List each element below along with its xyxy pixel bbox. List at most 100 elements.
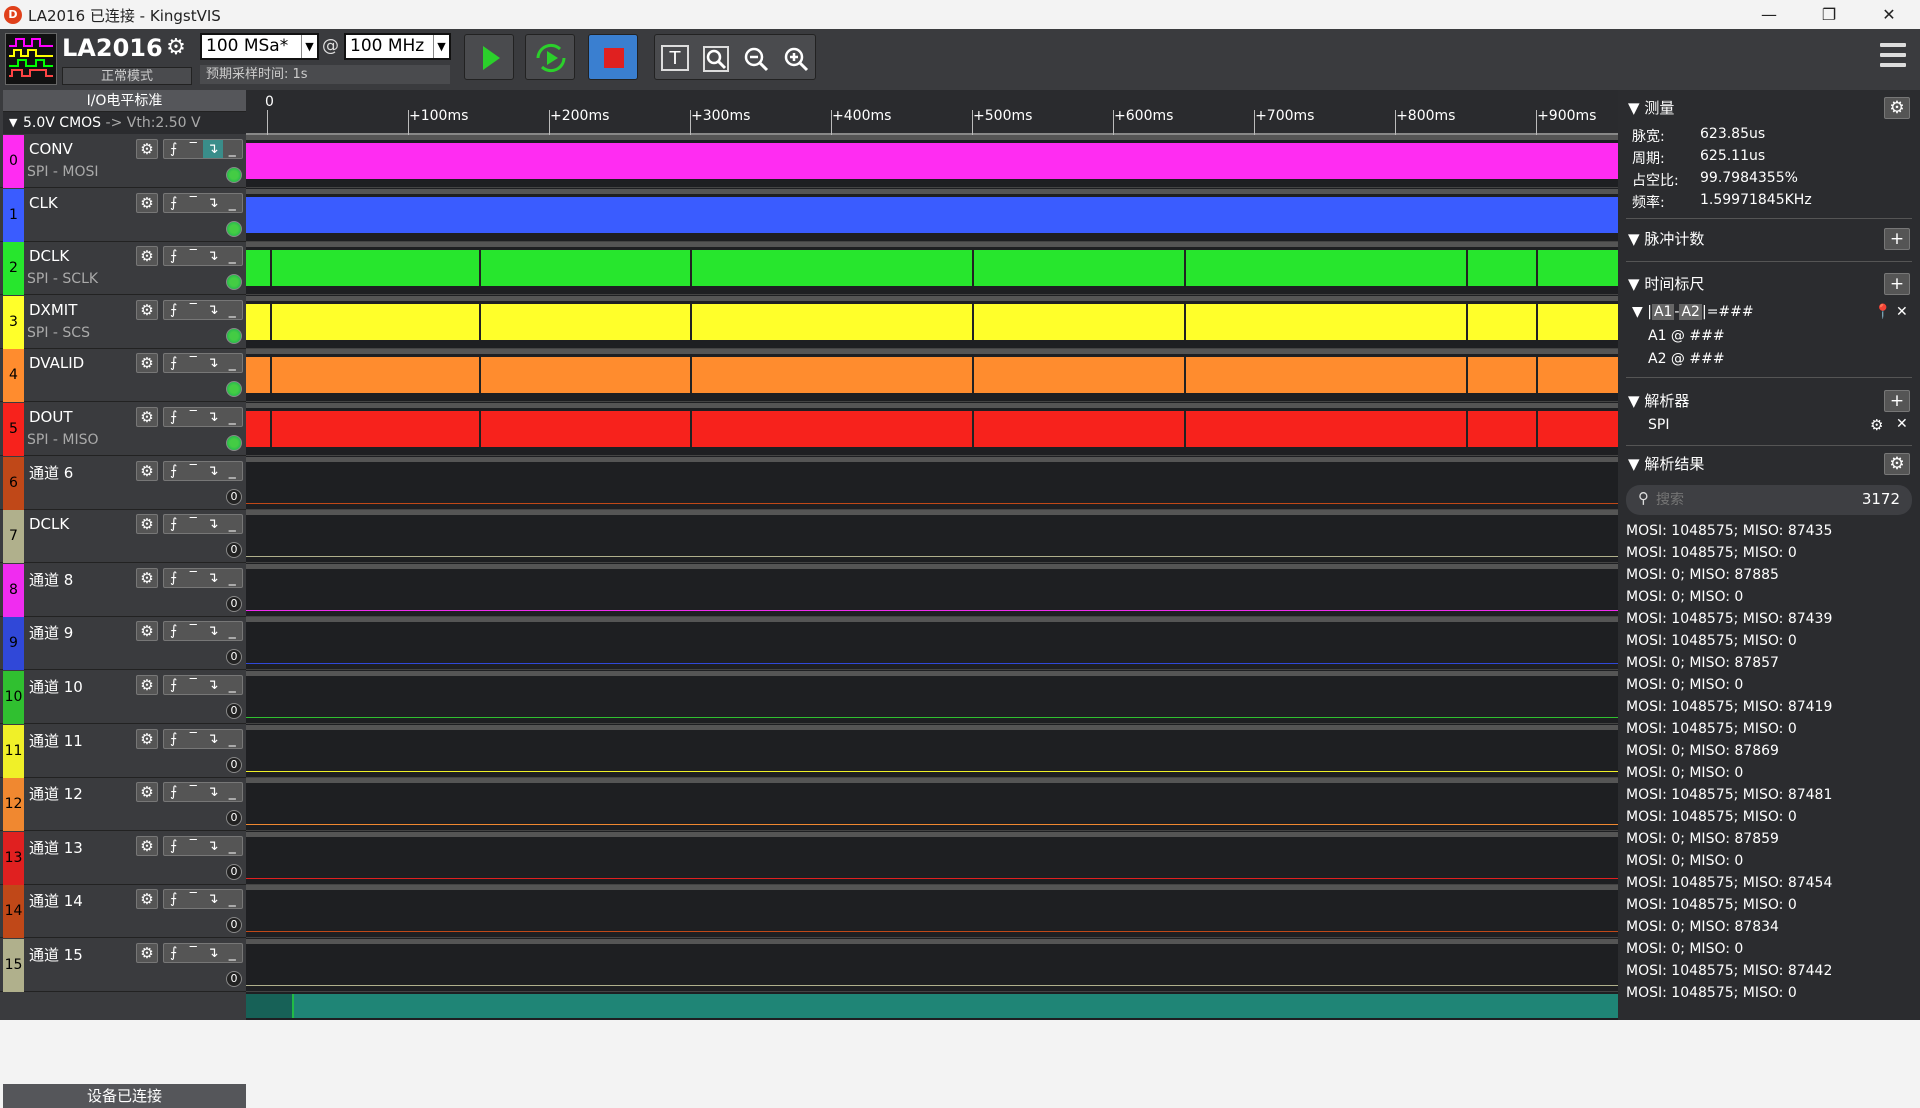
decode-result-row[interactable]: MOSI: 0; MISO: 87869: [1626, 740, 1912, 762]
decode-result-row[interactable]: MOSI: 0; MISO: 0: [1626, 938, 1912, 960]
trigger-option-icon[interactable]: ‾: [184, 622, 204, 640]
decode-result-row[interactable]: MOSI: 1048575; MISO: 0: [1626, 542, 1912, 564]
channel-name[interactable]: DCLK: [29, 247, 69, 265]
channel-settings-gear-icon[interactable]: ⚙: [136, 621, 158, 642]
trigger-option-icon[interactable]: ‾: [184, 676, 204, 694]
sample-freq-select[interactable]: 100 MHz ▼: [344, 33, 451, 60]
trigger-option-icon[interactable]: ⨍: [164, 676, 184, 694]
channel-name[interactable]: 通道 11: [29, 730, 83, 751]
decode-result-row[interactable]: MOSI: 0; MISO: 87885: [1626, 564, 1912, 586]
trigger-option-icon[interactable]: ‾: [184, 944, 204, 962]
trigger-mode-selector[interactable]: ⨍ ‾ ↴ _: [163, 782, 243, 803]
io-standard-select[interactable]: ▼ 5.0V CMOS -> Vth:2.50 V: [3, 112, 246, 134]
trigger-option-icon[interactable]: ⨍: [164, 140, 184, 158]
device-logo-icon[interactable]: [5, 33, 57, 85]
decode-result-row[interactable]: MOSI: 1048575; MISO: 0: [1626, 806, 1912, 828]
trigger-option-icon[interactable]: ‾: [184, 408, 204, 426]
stop-button[interactable]: [588, 34, 638, 80]
decode-results-list[interactable]: MOSI: 1048575; MISO: 87435 MOSI: 1048575;…: [1626, 520, 1912, 1016]
search-input[interactable]: [1656, 490, 1836, 510]
trigger-option-icon[interactable]: _: [223, 730, 243, 748]
channel-name[interactable]: 通道 9: [29, 622, 73, 643]
trigger-option-icon[interactable]: _: [223, 890, 243, 908]
trigger-mode-selector[interactable]: ⨍ ‾ ↴ _: [163, 889, 243, 910]
channel-name[interactable]: 通道 10: [29, 676, 83, 697]
decode-result-row[interactable]: MOSI: 1048575; MISO: 87481: [1626, 784, 1912, 806]
channel-row[interactable]: 1 CLK ⚙ ⨍ ‾ ↴ _: [0, 188, 246, 242]
trigger-option-icon[interactable]: ↴: [203, 515, 223, 533]
trigger-option-icon[interactable]: ⨍: [164, 837, 184, 855]
measure-section-header[interactable]: ▼ 测量: [1628, 96, 1674, 120]
channel-settings-gear-icon[interactable]: ⚙: [136, 192, 158, 213]
decode-result-row[interactable]: MOSI: 0; MISO: 87834: [1626, 916, 1912, 938]
channel-settings-gear-icon[interactable]: ⚙: [136, 782, 158, 803]
text-cursor-icon[interactable]: T: [661, 45, 689, 71]
channel-settings-gear-icon[interactable]: ⚙: [136, 514, 158, 535]
results-search[interactable]: ⚲ 3172: [1626, 485, 1912, 515]
decode-result-row[interactable]: MOSI: 0; MISO: 0: [1626, 586, 1912, 608]
waveform-lane[interactable]: [246, 242, 1618, 296]
remove-analyzer-icon[interactable]: ✕: [1896, 416, 1908, 432]
trigger-option-icon[interactable]: _: [223, 944, 243, 962]
trigger-mode-selector[interactable]: ⨍ ‾ ↴ _: [163, 835, 243, 856]
channel-settings-gear-icon[interactable]: ⚙: [136, 139, 158, 159]
waveform-lane[interactable]: [246, 724, 1618, 778]
channel-row[interactable]: 10 通道 10 ⚙ ⨍ ‾ ↴ _ 0: [0, 671, 246, 724]
pulse-count-header[interactable]: ▼ 脉冲计数: [1628, 227, 1704, 251]
waveform-area[interactable]: 0 +100ms +200ms +300ms +400ms +500ms +600ms +70…: [246, 90, 1618, 1020]
channel-settings-gear-icon[interactable]: ⚙: [136, 460, 158, 481]
trigger-option-icon[interactable]: _: [223, 140, 243, 158]
channel-name[interactable]: 通道 6: [29, 462, 73, 483]
trigger-option-icon[interactable]: ⨍: [164, 462, 184, 480]
trigger-option-icon[interactable]: ⨍: [164, 408, 184, 426]
minimize-button[interactable]: —: [1740, 0, 1798, 29]
decode-results-header[interactable]: ▼ 解析结果: [1628, 452, 1704, 476]
decode-result-row[interactable]: MOSI: 1048575; MISO: 87439: [1626, 608, 1912, 630]
marker-a2-chip[interactable]: A2: [1679, 304, 1702, 320]
trigger-option-icon[interactable]: ⨍: [164, 890, 184, 908]
results-settings-gear-icon[interactable]: ⚙: [1884, 453, 1910, 475]
channel-row[interactable]: 5 DOUT SPI - MISO ⚙ ⨍ ‾ ↴ _: [0, 403, 246, 456]
trigger-option-icon[interactable]: _: [223, 462, 243, 480]
trigger-mode-selector[interactable]: ⨍ ‾ ↴ _: [163, 460, 243, 481]
trigger-option-icon[interactable]: ⨍: [164, 354, 184, 372]
trigger-option-icon[interactable]: _: [223, 676, 243, 694]
trigger-option-icon[interactable]: ↴: [203, 622, 223, 640]
trigger-option-icon[interactable]: _: [223, 247, 243, 265]
trigger-option-icon[interactable]: ‾: [184, 783, 204, 801]
decode-result-row[interactable]: MOSI: 0; MISO: 0: [1626, 850, 1912, 872]
maximize-button[interactable]: ❐: [1800, 0, 1858, 29]
trigger-mode-selector[interactable]: ⨍ ‾ ↴ _: [163, 943, 243, 963]
channel-row[interactable]: 7 DCLK ⚙ ⨍ ‾ ↴ _ 0: [0, 510, 246, 564]
waveform-lane[interactable]: [246, 135, 1618, 188]
channel-row[interactable]: 0 CONV SPI - MOSI ⚙ ⨍ ‾ ↴ _: [0, 135, 246, 188]
decode-result-row[interactable]: MOSI: 1048575; MISO: 87435: [1626, 520, 1912, 542]
trigger-option-icon[interactable]: ⨍: [164, 944, 184, 962]
channel-name[interactable]: 通道 8: [29, 569, 73, 590]
channel-row[interactable]: 12 通道 12 ⚙ ⨍ ‾ ↴ _ 0: [0, 778, 246, 832]
waveform-lane[interactable]: [246, 403, 1618, 456]
trigger-option-icon[interactable]: ↴: [203, 301, 223, 319]
waveform-lane[interactable]: [246, 563, 1618, 617]
waveform-lane[interactable]: [246, 778, 1618, 832]
decode-result-row[interactable]: MOSI: 0; MISO: 0: [1626, 762, 1912, 784]
trigger-option-icon[interactable]: ↴: [203, 569, 223, 587]
trigger-option-icon[interactable]: _: [223, 622, 243, 640]
channel-settings-gear-icon[interactable]: ⚙: [136, 835, 158, 856]
decode-result-row[interactable]: MOSI: 1048575; MISO: 0: [1626, 982, 1912, 1004]
add-analyzer-button[interactable]: +: [1884, 390, 1910, 412]
waveform-lane[interactable]: [246, 349, 1618, 403]
channel-settings-gear-icon[interactable]: ⚙: [136, 675, 158, 695]
trigger-option-icon[interactable]: _: [223, 783, 243, 801]
trigger-option-icon[interactable]: _: [223, 408, 243, 426]
trigger-option-icon[interactable]: ‾: [184, 194, 204, 212]
channel-settings-gear-icon[interactable]: ⚙: [136, 889, 158, 910]
channel-name[interactable]: DVALID: [29, 354, 84, 372]
analyzer-header[interactable]: ▼ 解析器: [1628, 389, 1689, 413]
trigger-mode-selector[interactable]: ⨍ ‾ ↴ _: [163, 621, 243, 642]
close-window-button[interactable]: ✕: [1860, 0, 1918, 29]
trigger-mode-selector[interactable]: ⨍ ‾ ↴ _: [163, 246, 243, 267]
trigger-option-icon[interactable]: ‾: [184, 354, 204, 372]
waveform-lane[interactable]: [246, 456, 1618, 510]
channel-row[interactable]: 8 通道 8 ⚙ ⨍ ‾ ↴ _ 0: [0, 563, 246, 617]
